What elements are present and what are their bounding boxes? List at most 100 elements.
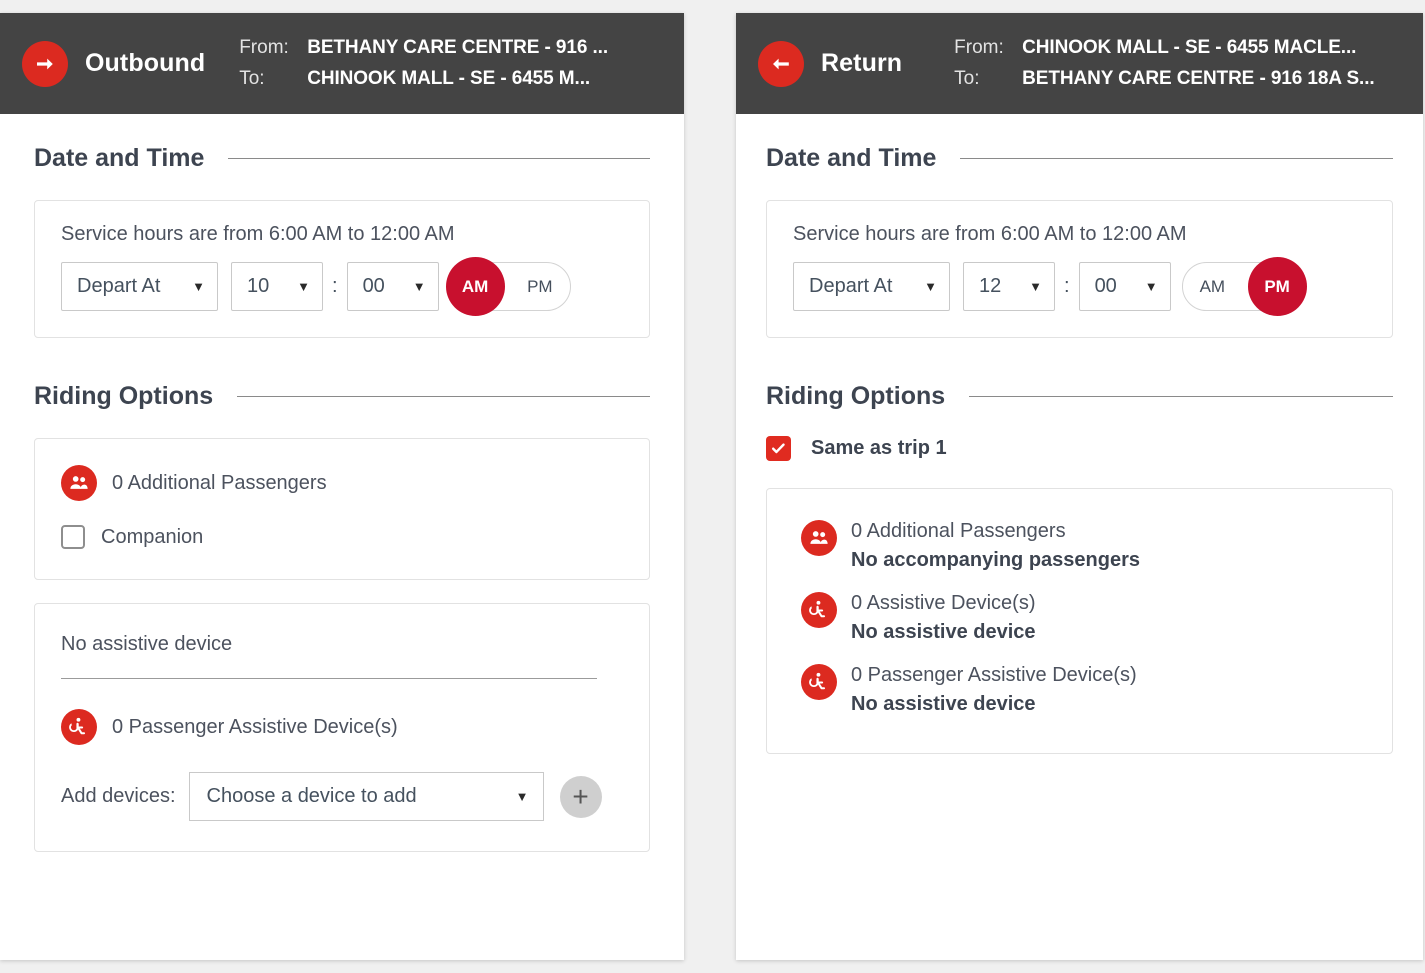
chevron-down-icon: ▼ bbox=[1132, 280, 1158, 293]
outbound-add-devices-row: Add devices: Choose a device to add ▼ + bbox=[61, 772, 623, 821]
return-service-hours: Service hours are from 6:00 AM to 12:00 … bbox=[793, 223, 1366, 246]
summary-count-text: 0 Assistive Device(s) bbox=[851, 589, 1036, 618]
outbound-companion-row[interactable]: Companion bbox=[61, 525, 623, 549]
device-select[interactable]: Choose a device to add ▼ bbox=[189, 772, 544, 821]
summary-detail-text: No accompanying passengers bbox=[851, 546, 1140, 575]
same-as-trip-label: Same as trip 1 bbox=[811, 437, 947, 460]
arrow-right-icon bbox=[22, 41, 68, 87]
return-pm-option[interactable]: PM bbox=[1248, 257, 1307, 316]
return-riding-options-heading: Riding Options bbox=[766, 382, 1393, 411]
return-hour-value: 12 bbox=[979, 275, 1001, 298]
return-minute-select[interactable]: 00 ▼ bbox=[1079, 262, 1171, 311]
return-riding-summary-card: 0 Additional Passengers No accompanying … bbox=[766, 488, 1393, 754]
outbound-date-time-title: Date and Time bbox=[34, 144, 204, 173]
same-as-trip-row[interactable]: Same as trip 1 bbox=[766, 436, 1393, 461]
companion-checkbox[interactable] bbox=[61, 525, 85, 549]
summary-detail-text: No assistive device bbox=[851, 618, 1036, 647]
outbound-to-key: To: bbox=[239, 64, 307, 95]
outbound-passengers-card: 0 Additional Passengers Companion bbox=[34, 438, 650, 580]
outbound-hour-select[interactable]: 10 ▼ bbox=[231, 262, 323, 311]
passengers-icon bbox=[801, 520, 837, 556]
chevron-down-icon: ▼ bbox=[284, 280, 310, 293]
outbound-minute-value: 00 bbox=[363, 275, 385, 298]
return-panel-header: Return From: CHINOOK MALL - SE - 6455 MA… bbox=[736, 13, 1423, 114]
summary-texts: 0 Assistive Device(s) No assistive devic… bbox=[851, 589, 1036, 647]
chevron-down-icon: ▼ bbox=[179, 280, 205, 293]
summary-texts: 0 Additional Passengers No accompanying … bbox=[851, 517, 1140, 575]
outbound-pm-option[interactable]: PM bbox=[510, 263, 570, 310]
device-select-value: Choose a device to add bbox=[207, 785, 417, 808]
summary-count-text: 0 Additional Passengers bbox=[851, 517, 1140, 546]
summary-item-additional-passengers: 0 Additional Passengers No accompanying … bbox=[801, 517, 1366, 575]
outbound-meridiem-toggle[interactable]: AM PM bbox=[450, 262, 571, 311]
outbound-hour-value: 10 bbox=[247, 275, 269, 298]
outbound-from-value: BETHANY CARE CENTRE - 916 ... bbox=[307, 33, 608, 64]
return-meridiem-toggle[interactable]: AM PM bbox=[1182, 262, 1303, 311]
return-direction-label: Return bbox=[821, 49, 902, 78]
spacer bbox=[766, 338, 1393, 382]
outbound-time-colon: : bbox=[323, 275, 347, 298]
outbound-panel: Outbound From: BETHANY CARE CENTRE - 916… bbox=[0, 13, 684, 960]
outbound-direction-label: Outbound bbox=[85, 49, 205, 78]
outbound-time-row: Depart At ▼ 10 ▼ : 00 ▼ AM bbox=[61, 262, 623, 311]
return-time-colon: : bbox=[1055, 275, 1079, 298]
outbound-assistive-devices-card: No assistive device 0 Passenger Assistiv… bbox=[34, 603, 650, 852]
return-address-block: From: CHINOOK MALL - SE - 6455 MACLE... … bbox=[954, 33, 1407, 95]
spacer bbox=[34, 338, 650, 382]
passengers-icon bbox=[61, 465, 97, 501]
outbound-from-key: From: bbox=[239, 33, 307, 64]
card-divider bbox=[61, 678, 597, 679]
outbound-to-row: To: CHINOOK MALL - SE - 6455 M... bbox=[239, 64, 668, 95]
return-riding-options-title: Riding Options bbox=[766, 382, 945, 411]
summary-texts: 0 Passenger Assistive Device(s) No assis… bbox=[851, 661, 1137, 719]
return-panel: Return From: CHINOOK MALL - SE - 6455 MA… bbox=[736, 13, 1423, 960]
outbound-additional-passengers-text: 0 Additional Passengers bbox=[112, 472, 327, 495]
return-date-time-heading: Date and Time bbox=[766, 144, 1393, 173]
summary-item-passenger-assistive-devices: 0 Passenger Assistive Device(s) No assis… bbox=[801, 661, 1366, 719]
outbound-minute-select[interactable]: 00 ▼ bbox=[347, 262, 439, 311]
outbound-riding-options-heading: Riding Options bbox=[34, 382, 650, 411]
return-depart-mode-select[interactable]: Depart At ▼ bbox=[793, 262, 950, 311]
section-divider bbox=[228, 158, 650, 159]
return-minute-value: 00 bbox=[1095, 275, 1117, 298]
section-divider bbox=[237, 396, 650, 397]
companion-label: Companion bbox=[101, 526, 203, 549]
outbound-panel-body: Date and Time Service hours are from 6:0… bbox=[0, 114, 684, 960]
add-device-button[interactable]: + bbox=[560, 776, 602, 818]
same-as-trip-checkbox[interactable] bbox=[766, 436, 791, 461]
outbound-additional-passengers-row[interactable]: 0 Additional Passengers bbox=[61, 465, 623, 501]
outbound-date-time-card: Service hours are from 6:00 AM to 12:00 … bbox=[34, 200, 650, 338]
section-divider bbox=[960, 158, 1393, 159]
return-to-row: To: BETHANY CARE CENTRE - 916 18A S... bbox=[954, 64, 1407, 95]
outbound-am-option[interactable]: AM bbox=[446, 257, 505, 316]
add-devices-label: Add devices: bbox=[61, 785, 176, 808]
wheelchair-icon bbox=[801, 592, 837, 628]
outbound-passenger-devices-text: 0 Passenger Assistive Device(s) bbox=[112, 716, 398, 739]
outbound-date-time-heading: Date and Time bbox=[34, 144, 650, 173]
return-date-time-card: Service hours are from 6:00 AM to 12:00 … bbox=[766, 200, 1393, 338]
outbound-direction-block: Outbound bbox=[22, 41, 205, 87]
outbound-panel-header: Outbound From: BETHANY CARE CENTRE - 916… bbox=[0, 13, 684, 114]
outbound-depart-mode-select[interactable]: Depart At ▼ bbox=[61, 262, 218, 311]
outbound-service-hours: Service hours are from 6:00 AM to 12:00 … bbox=[61, 223, 623, 246]
summary-detail-text: No assistive device bbox=[851, 690, 1137, 719]
outbound-no-assistive-device-text: No assistive device bbox=[61, 630, 623, 678]
wheelchair-icon bbox=[61, 709, 97, 745]
return-am-option[interactable]: AM bbox=[1183, 263, 1243, 310]
chevron-down-icon: ▼ bbox=[516, 790, 529, 803]
return-from-row: From: CHINOOK MALL - SE - 6455 MACLE... bbox=[954, 33, 1407, 64]
wheelchair-icon bbox=[801, 664, 837, 700]
outbound-address-block: From: BETHANY CARE CENTRE - 916 ... To: … bbox=[239, 33, 668, 95]
return-to-key: To: bbox=[954, 64, 1022, 95]
chevron-down-icon: ▼ bbox=[911, 280, 937, 293]
trip-booking-board: Outbound From: BETHANY CARE CENTRE - 916… bbox=[0, 0, 1425, 973]
return-time-row: Depart At ▼ 12 ▼ : 00 ▼ AM bbox=[793, 262, 1366, 311]
return-to-value: BETHANY CARE CENTRE - 916 18A S... bbox=[1022, 64, 1374, 95]
outbound-riding-options-title: Riding Options bbox=[34, 382, 213, 411]
return-hour-select[interactable]: 12 ▼ bbox=[963, 262, 1055, 311]
return-date-time-title: Date and Time bbox=[766, 144, 936, 173]
arrow-left-icon bbox=[758, 41, 804, 87]
outbound-passenger-devices-row[interactable]: 0 Passenger Assistive Device(s) bbox=[61, 709, 623, 745]
return-from-value: CHINOOK MALL - SE - 6455 MACLE... bbox=[1022, 33, 1356, 64]
return-panel-body: Date and Time Service hours are from 6:0… bbox=[736, 114, 1423, 960]
